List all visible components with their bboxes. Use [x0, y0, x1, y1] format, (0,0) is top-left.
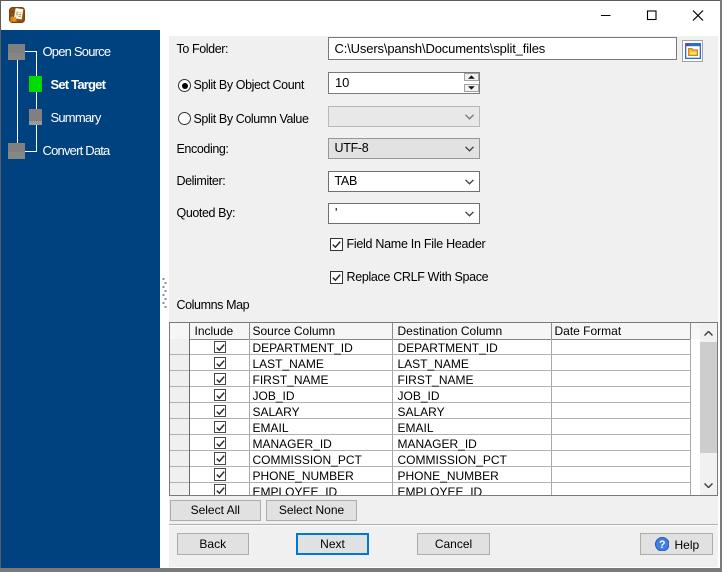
svg-text:?: ? [659, 539, 666, 551]
